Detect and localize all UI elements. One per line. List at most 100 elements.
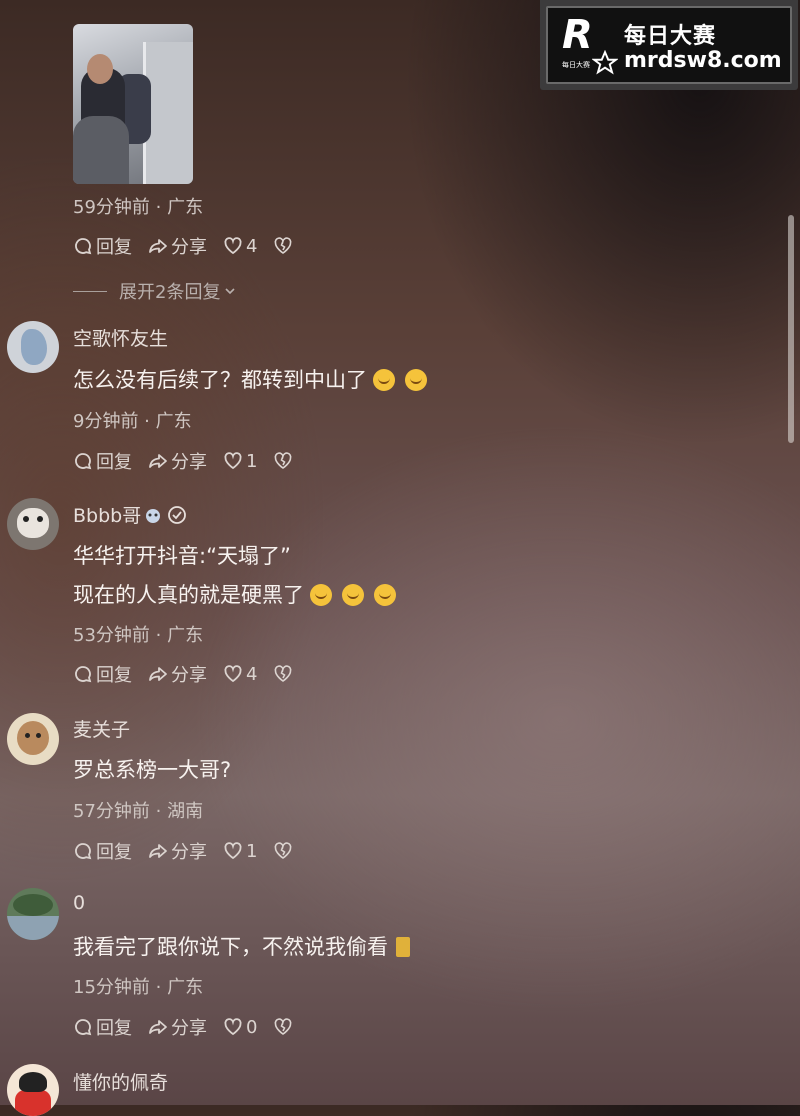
reply-button[interactable]: 回复 xyxy=(73,661,132,687)
like-count: 1 xyxy=(246,840,258,862)
heart-icon xyxy=(224,452,242,470)
reply-icon xyxy=(75,453,92,470)
reply-button[interactable]: 回复 xyxy=(73,838,132,864)
avatar[interactable] xyxy=(7,321,59,373)
reply-label: 回复 xyxy=(96,665,132,686)
expand-replies-label: 展开2条回复 xyxy=(119,282,221,303)
comment-photo[interactable] xyxy=(73,24,193,184)
watermark-frame: R 每日大赛 每日大赛 mrdsw8.com xyxy=(546,6,792,84)
comment-meta: 59分钟前 · 广东 xyxy=(73,197,204,218)
share-button[interactable]: 分享 xyxy=(148,661,207,687)
share-icon xyxy=(149,454,167,468)
comment-actions: 回复 分享 0 xyxy=(73,1014,312,1040)
comment-text: 罗总系榜一大哥? xyxy=(73,758,232,782)
sticker-emoji-icon xyxy=(396,937,410,957)
reply-icon xyxy=(75,1019,92,1036)
reply-label: 回复 xyxy=(96,1018,132,1039)
share-label: 分享 xyxy=(171,665,207,686)
share-icon xyxy=(149,239,167,253)
comment-actions: 回复 分享 1 xyxy=(73,838,312,864)
level-badge-icon xyxy=(168,505,187,524)
comment-meta: 53分钟前 · 广东 xyxy=(73,625,204,646)
comment-meta: 57分钟前 · 湖南 xyxy=(73,801,204,822)
like-button[interactable]: 1 xyxy=(223,451,257,472)
reply-button[interactable]: 回复 xyxy=(73,233,132,259)
smile-emoji-icon xyxy=(405,369,427,391)
expand-divider xyxy=(73,290,107,292)
like-count: 4 xyxy=(246,663,258,685)
broken-heart-icon xyxy=(275,842,292,859)
fan-badge-icon xyxy=(146,508,161,523)
laugh-cry-emoji-icon xyxy=(374,584,396,606)
comment-text: 怎么没有后续了？都转到中山了 xyxy=(73,366,427,395)
comment-text: 我看完了跟你说下，不然说我偷看 xyxy=(73,933,410,962)
reply-button[interactable]: 回复 xyxy=(73,1014,132,1040)
scrollbar[interactable] xyxy=(788,215,794,443)
share-button[interactable]: 分享 xyxy=(148,233,207,259)
like-count: 4 xyxy=(246,235,258,257)
dislike-button[interactable] xyxy=(273,236,296,256)
share-icon xyxy=(149,1020,167,1034)
watermark-logo: R 每日大赛 xyxy=(558,12,618,82)
broken-heart-icon xyxy=(275,1018,292,1035)
reply-label: 回复 xyxy=(96,237,132,258)
like-count: 0 xyxy=(246,1016,258,1038)
watermark-url: mrdsw8.com xyxy=(624,48,782,73)
share-button[interactable]: 分享 xyxy=(148,448,207,474)
comment-actions: 回复 分享 4 xyxy=(73,233,312,259)
comment-text: 华华打开抖音:“天塌了” xyxy=(73,544,291,568)
dislike-button[interactable] xyxy=(273,664,296,684)
comment-text: 现在的人真的就是硬黑了 xyxy=(73,581,396,610)
reply-icon xyxy=(75,843,92,860)
share-label: 分享 xyxy=(171,842,207,863)
comment-text-body: 我看完了跟你说下，不然说我偷看 xyxy=(73,935,388,959)
avatar[interactable] xyxy=(7,888,59,940)
share-button[interactable]: 分享 xyxy=(148,838,207,864)
share-icon xyxy=(149,844,167,858)
like-count: 1 xyxy=(246,450,258,472)
reply-label: 回复 xyxy=(96,842,132,863)
comment-actions: 回复 分享 4 xyxy=(73,661,312,687)
star-icon xyxy=(592,50,618,75)
username[interactable]: 0 xyxy=(73,892,85,914)
logo-letter: R xyxy=(562,12,593,58)
dislike-button[interactable] xyxy=(273,841,296,861)
username[interactable]: 麦关子 xyxy=(73,715,130,742)
reply-button[interactable]: 回复 xyxy=(73,448,132,474)
heart-icon xyxy=(224,1018,242,1036)
avatar[interactable] xyxy=(7,498,59,550)
avatar[interactable] xyxy=(7,1064,59,1116)
username[interactable]: 懂你的佩奇 xyxy=(73,1068,168,1095)
photo-figure xyxy=(73,116,129,184)
comment-text-body: 现在的人真的就是硬黑了 xyxy=(73,583,304,607)
dislike-button[interactable] xyxy=(273,451,296,471)
username[interactable]: 空歌怀友生 xyxy=(73,324,168,351)
laugh-cry-emoji-icon xyxy=(342,584,364,606)
share-label: 分享 xyxy=(171,1018,207,1039)
like-button[interactable]: 4 xyxy=(223,236,257,257)
username[interactable]: Bbbb哥 xyxy=(73,501,187,528)
broken-heart-icon xyxy=(275,665,292,682)
dislike-button[interactable] xyxy=(273,1017,296,1037)
watermark: R 每日大赛 每日大赛 mrdsw8.com xyxy=(540,0,798,90)
share-label: 分享 xyxy=(171,237,207,258)
photo-figure xyxy=(87,54,113,84)
avatar[interactable] xyxy=(7,713,59,765)
reply-icon xyxy=(75,666,92,683)
comment-text-body: 怎么没有后续了？都转到中山了 xyxy=(73,368,367,392)
like-button[interactable]: 0 xyxy=(223,1017,257,1038)
expand-replies-button[interactable]: 展开2条回复 xyxy=(73,278,236,304)
heart-icon xyxy=(224,842,242,860)
heart-icon xyxy=(224,665,242,683)
like-button[interactable]: 1 xyxy=(223,841,257,862)
like-button[interactable]: 4 xyxy=(223,664,257,685)
share-label: 分享 xyxy=(171,452,207,473)
smile-emoji-icon xyxy=(373,369,395,391)
share-button[interactable]: 分享 xyxy=(148,1014,207,1040)
broken-heart-icon xyxy=(275,452,292,469)
laugh-cry-emoji-icon xyxy=(310,584,332,606)
username-label: Bbbb哥 xyxy=(73,505,142,527)
comment-actions: 回复 分享 1 xyxy=(73,448,312,474)
heart-icon xyxy=(224,237,242,255)
chevron-down-icon xyxy=(225,288,236,295)
